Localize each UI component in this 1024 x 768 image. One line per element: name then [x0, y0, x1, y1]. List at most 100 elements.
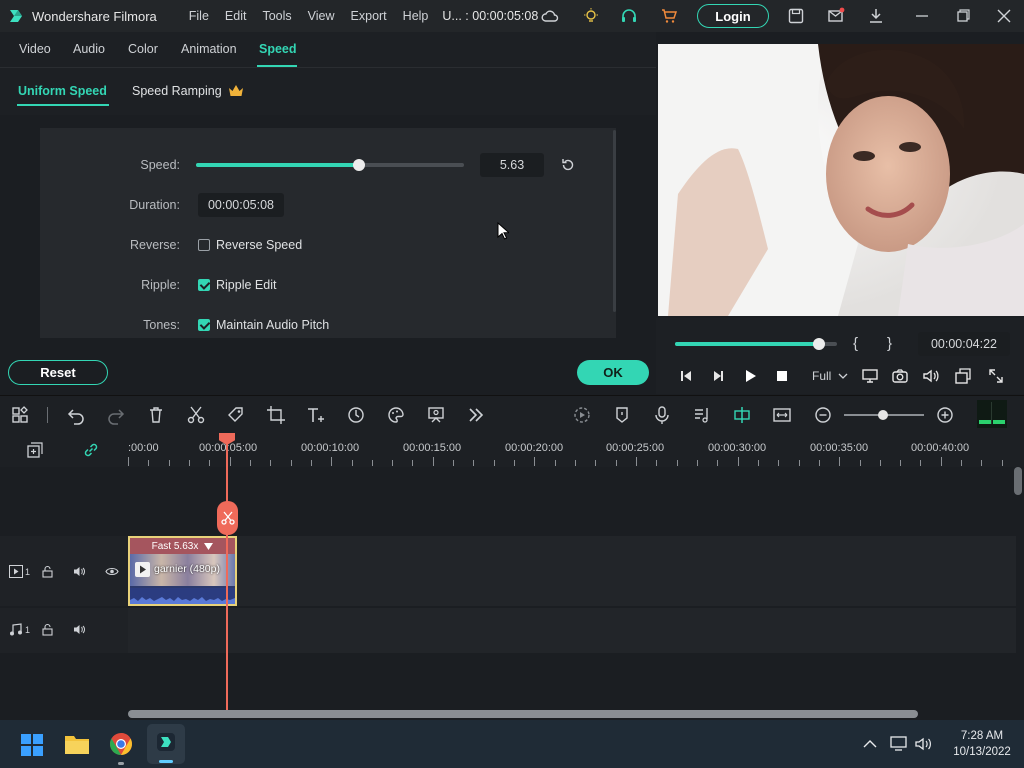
- tag-icon[interactable]: [226, 405, 246, 425]
- speed-slider-handle[interactable]: [353, 159, 366, 171]
- play-icon[interactable]: [742, 368, 758, 384]
- tab-video[interactable]: Video: [19, 42, 51, 56]
- clip-audio-waveform: [130, 588, 235, 604]
- reset-button[interactable]: Reset: [8, 360, 108, 385]
- speed-slider-track[interactable]: [196, 163, 464, 167]
- login-button[interactable]: Login: [697, 4, 769, 28]
- maximize-icon[interactable]: [955, 8, 971, 24]
- audio-track-row[interactable]: [128, 608, 1016, 653]
- timeline-ruler[interactable]: :00:00 00:00:05:00 00:00:10:00 00:00:15:…: [0, 433, 1024, 467]
- playhead-line[interactable]: [226, 433, 228, 710]
- audio-track-number: 1: [25, 625, 31, 635]
- reset-speed-icon[interactable]: [560, 157, 576, 173]
- fullscreen-icon[interactable]: [987, 367, 1005, 385]
- mail-icon[interactable]: [827, 7, 845, 25]
- stop-icon[interactable]: [774, 368, 790, 384]
- speed-slider-fill: [196, 163, 360, 167]
- next-frame-icon[interactable]: [710, 368, 726, 384]
- volume-icon[interactable]: [922, 367, 940, 385]
- close-icon[interactable]: [996, 8, 1012, 24]
- minimize-icon[interactable]: [914, 8, 930, 24]
- cart-icon[interactable]: [660, 7, 678, 25]
- redo-icon[interactable]: [106, 405, 126, 425]
- zoom-out-icon[interactable]: [813, 405, 833, 425]
- ripple-edit-checkbox[interactable]: [198, 279, 210, 291]
- snapshot-icon[interactable]: [891, 367, 909, 385]
- current-timecode: 00:00:04:22: [918, 332, 1010, 356]
- maintain-audio-pitch-checkbox[interactable]: [198, 319, 210, 331]
- ok-button[interactable]: OK: [577, 360, 649, 385]
- mark-in-button[interactable]: {: [853, 335, 858, 352]
- tab-animation[interactable]: Animation: [181, 42, 237, 56]
- timeline-tracks[interactable]: 1 1 Fast 5.63x garnier (480p): [0, 433, 1024, 718]
- reverse-speed-checkbox[interactable]: [198, 239, 210, 251]
- color-palette-icon[interactable]: [386, 405, 406, 425]
- timeline-horizontal-scrollbar[interactable]: [128, 710, 918, 718]
- panel-scrollbar[interactable]: [613, 130, 616, 312]
- duration-value-input[interactable]: 00:00:05:08: [198, 193, 284, 217]
- text-icon[interactable]: [306, 405, 326, 425]
- download-icon[interactable]: [867, 7, 885, 25]
- subtab-uniform-speed[interactable]: Uniform Speed: [18, 84, 107, 98]
- video-track-row[interactable]: [128, 536, 1016, 606]
- file-explorer-icon[interactable]: [64, 733, 90, 755]
- more-tools-icon[interactable]: [466, 405, 486, 425]
- tab-audio[interactable]: Audio: [73, 42, 105, 56]
- menu-export[interactable]: Export: [351, 9, 387, 23]
- audio-mute-icon[interactable]: [73, 623, 86, 636]
- prev-frame-icon[interactable]: [678, 368, 694, 384]
- menu-view[interactable]: View: [308, 9, 335, 23]
- video-preview[interactable]: [658, 44, 1024, 316]
- save-icon[interactable]: [787, 7, 805, 25]
- menu-help[interactable]: Help: [403, 9, 429, 23]
- green-screen-icon[interactable]: [426, 405, 446, 425]
- clip-speed-bar[interactable]: Fast 5.63x: [130, 538, 235, 554]
- pip-icon[interactable]: [954, 367, 972, 385]
- speed-value-input[interactable]: 5.63: [480, 153, 544, 177]
- chevron-down-icon[interactable]: [838, 372, 848, 380]
- undo-icon[interactable]: [66, 405, 86, 425]
- filmora-taskbar-button[interactable]: [147, 724, 185, 764]
- snap-icon[interactable]: [732, 405, 752, 425]
- audio-mixer-icon[interactable]: [692, 405, 712, 425]
- windows-start-icon[interactable]: [20, 733, 44, 757]
- render-preview-icon[interactable]: [572, 405, 592, 425]
- chrome-icon[interactable]: [109, 732, 133, 756]
- scissors-icon[interactable]: [186, 405, 206, 425]
- tab-speed[interactable]: Speed: [259, 42, 297, 56]
- quality-select[interactable]: Full: [812, 369, 831, 383]
- speaker-tray-icon[interactable]: [914, 735, 934, 753]
- mark-out-button[interactable]: }: [887, 335, 892, 352]
- cloud-icon[interactable]: [541, 8, 559, 24]
- split-playhead-button[interactable]: [217, 501, 238, 535]
- tab-color[interactable]: Color: [128, 42, 158, 56]
- timeline-vertical-scrollbar[interactable]: [1014, 467, 1022, 495]
- eye-icon[interactable]: [105, 566, 119, 577]
- audio-lock-icon[interactable]: [42, 623, 54, 636]
- crop-icon[interactable]: [266, 405, 286, 425]
- speed-clock-icon[interactable]: [346, 405, 366, 425]
- subtab-speed-ramping[interactable]: Speed Ramping: [132, 84, 222, 98]
- mute-icon[interactable]: [73, 565, 86, 578]
- link-icon[interactable]: [82, 441, 100, 459]
- add-track-icon[interactable]: [26, 441, 44, 459]
- chevron-up-icon[interactable]: [862, 737, 878, 751]
- video-clip[interactable]: Fast 5.63x garnier (480p): [128, 536, 237, 606]
- headset-icon[interactable]: [620, 7, 638, 25]
- clip-speed-dropdown-icon[interactable]: [204, 542, 214, 550]
- display-settings-icon[interactable]: [861, 367, 879, 385]
- layout-icon[interactable]: [10, 405, 30, 425]
- bulb-icon[interactable]: [582, 7, 600, 25]
- menu-edit[interactable]: Edit: [225, 9, 247, 23]
- zoom-slider-handle[interactable]: [878, 410, 888, 420]
- display-tray-icon[interactable]: [889, 735, 909, 753]
- zoom-in-icon[interactable]: [935, 405, 955, 425]
- microphone-icon[interactable]: [652, 405, 672, 425]
- lock-icon[interactable]: [42, 565, 54, 578]
- delete-icon[interactable]: [146, 405, 166, 425]
- playback-progress-handle[interactable]: [813, 338, 826, 350]
- menu-file[interactable]: File: [189, 9, 209, 23]
- marker-icon[interactable]: [612, 405, 632, 425]
- fit-timeline-icon[interactable]: [772, 405, 792, 425]
- menu-tools[interactable]: Tools: [262, 9, 291, 23]
